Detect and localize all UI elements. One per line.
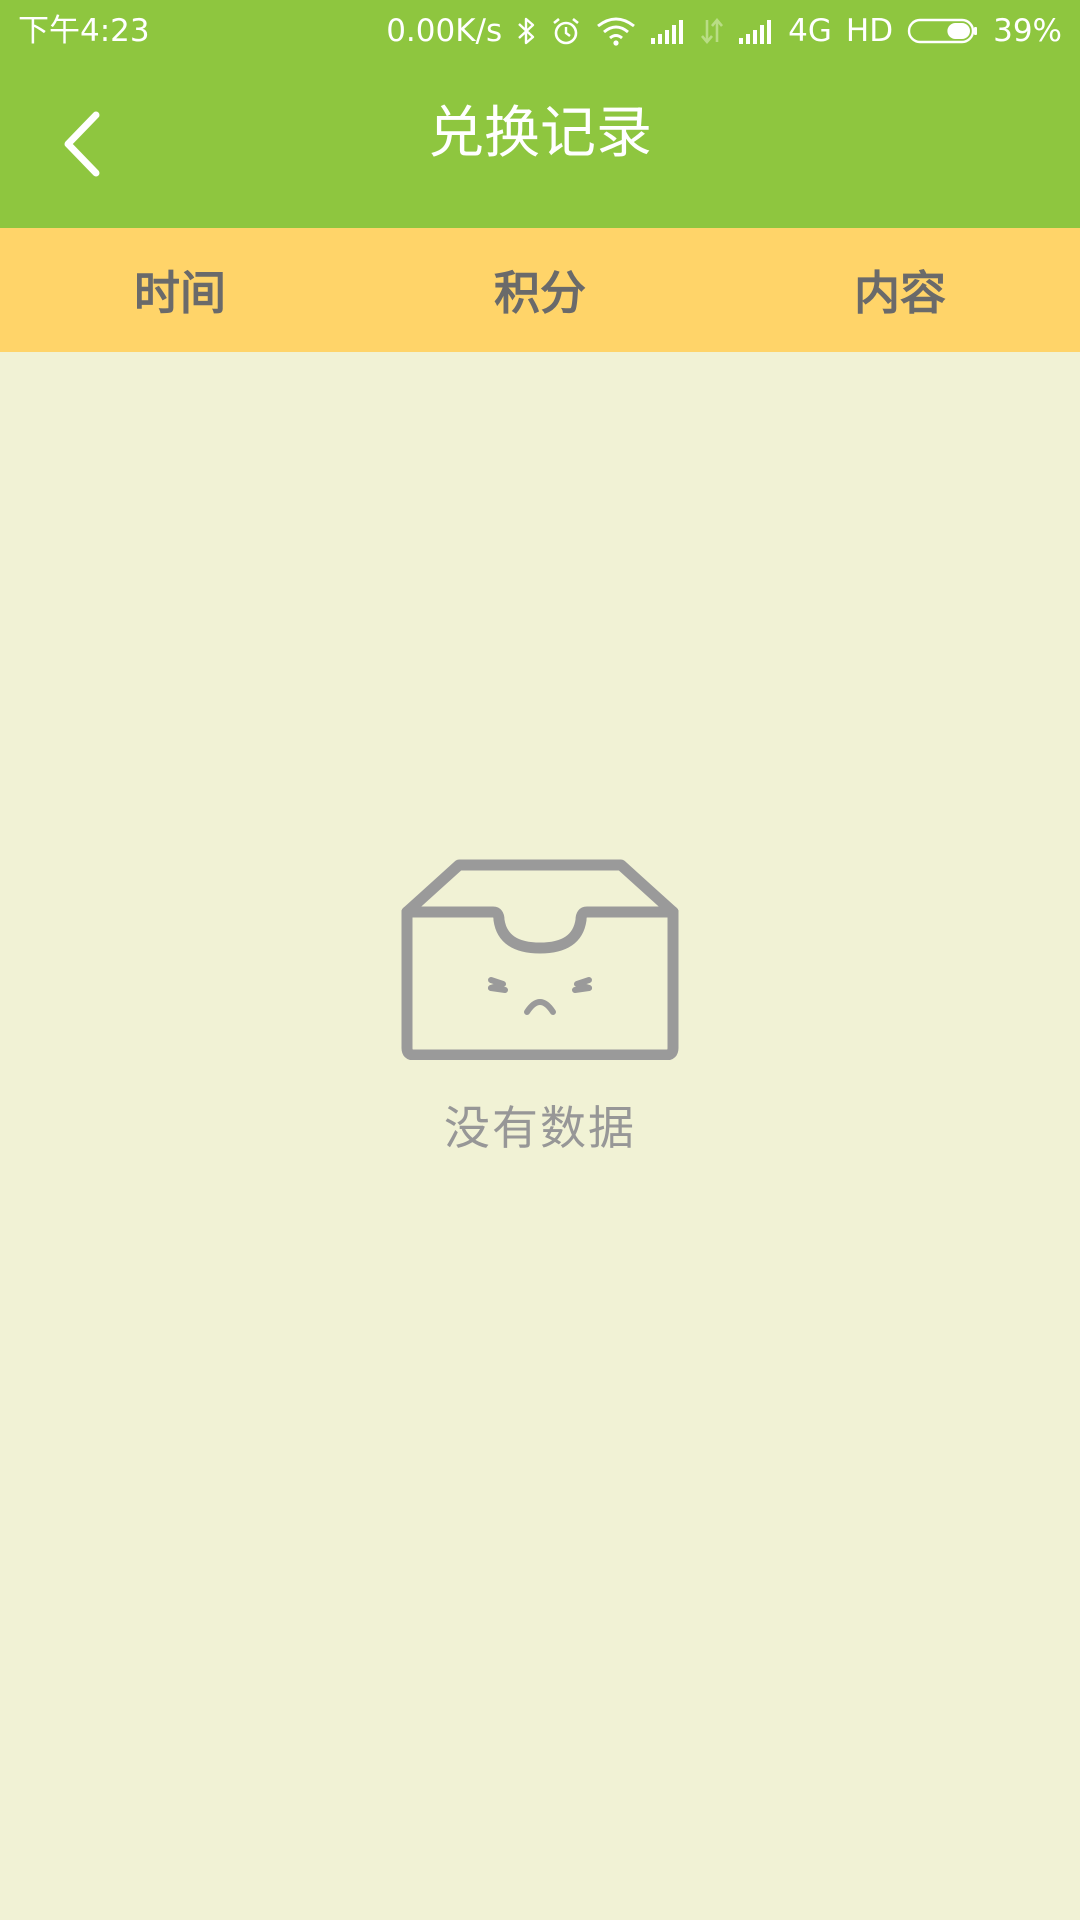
- page-title: 兑换记录: [428, 101, 652, 166]
- data-arrows-icon: [700, 16, 724, 46]
- column-header-content: 内容: [854, 266, 946, 320]
- battery-icon: [907, 16, 979, 46]
- bluetooth-icon: [516, 16, 536, 46]
- column-header-points: 积分: [494, 266, 586, 320]
- nav-bar: 兑换记录: [0, 62, 1080, 228]
- app-header: 下午4:23 0.00K/s 4G HD 39% 兑换记录: [0, 0, 1080, 228]
- signal-icon: [738, 16, 774, 46]
- network-type: 4G: [788, 13, 832, 49]
- status-bar: 下午4:23 0.00K/s 4G HD 39%: [0, 0, 1080, 62]
- battery-percent: 39%: [993, 13, 1062, 49]
- back-button[interactable]: [48, 104, 118, 184]
- alarm-icon: [550, 15, 582, 47]
- empty-state: 没有数据: [0, 850, 1080, 1158]
- status-indicators: 0.00K/s 4G HD 39%: [386, 11, 1062, 51]
- column-header-time: 时间: [134, 266, 226, 320]
- empty-box-icon: [401, 859, 679, 1060]
- signal-icon: [650, 16, 686, 46]
- net-speed: 0.00K/s: [386, 13, 503, 49]
- status-time: 下午4:23: [18, 13, 150, 49]
- chevron-left-icon: [64, 111, 100, 177]
- table-header: 时间 积分 内容: [0, 228, 1080, 352]
- empty-message: 没有数据: [444, 1101, 636, 1155]
- wifi-icon: [596, 16, 636, 46]
- hd-label: HD: [845, 13, 894, 49]
